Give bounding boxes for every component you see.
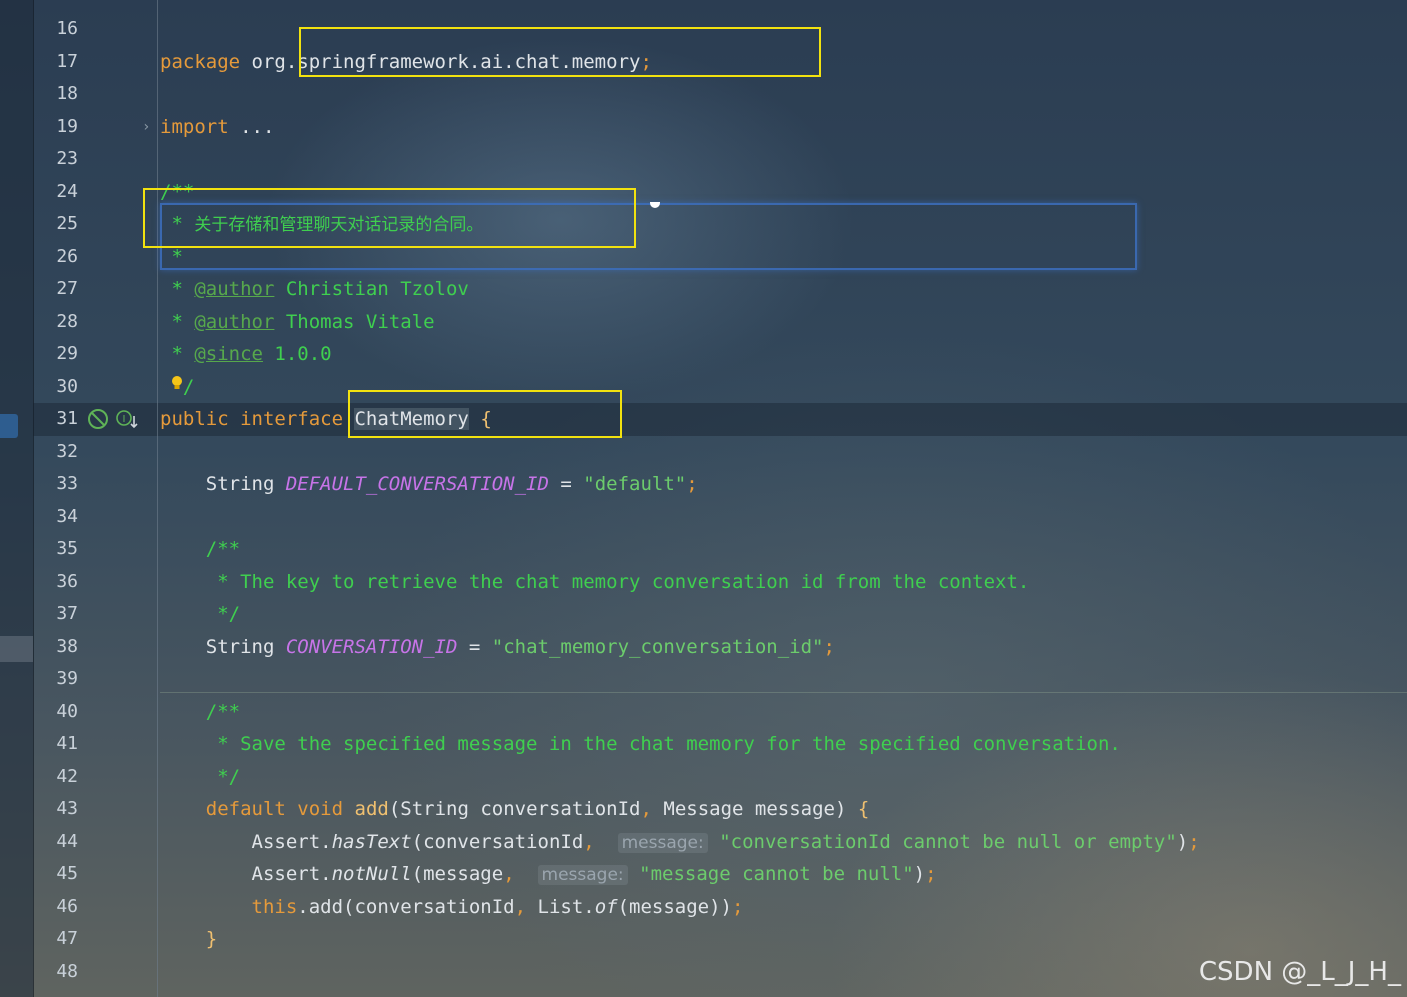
line-number: 25: [56, 213, 78, 234]
line-number: 42: [56, 765, 78, 787]
line-number: 17: [56, 50, 78, 72]
code-line[interactable]: 38 String CONVERSATION_ID = "chat_memory…: [0, 631, 1407, 663]
code-text[interactable]: String CONVERSATION_ID = "chat_memory_co…: [160, 631, 835, 663]
line-number: 33: [56, 473, 78, 494]
code-text[interactable]: * @since 1.0.0: [160, 338, 331, 370]
code-text[interactable]: /**: [160, 696, 240, 728]
line-number: 35: [56, 538, 78, 559]
line-number: 39: [56, 668, 78, 689]
code-line[interactable]: 32: [0, 436, 1407, 468]
highlight-box-interface: [348, 390, 622, 438]
code-text[interactable]: */: [160, 598, 240, 630]
code-text[interactable]: }: [160, 923, 217, 955]
code-line[interactable]: 43 default void add(String conversationI…: [0, 793, 1407, 825]
code-line[interactable]: 28 * @author Thomas Vitale: [0, 306, 1407, 338]
code-line[interactable]: 37 */: [0, 598, 1407, 630]
line-number: 27: [56, 278, 78, 299]
line-number: 46: [56, 895, 78, 917]
implementations-gutter-icon[interactable]: I: [114, 408, 140, 430]
line-number: 18: [56, 83, 78, 104]
line-number: 16: [56, 18, 78, 39]
code-line[interactable]: 40 /**: [0, 696, 1407, 728]
code-text[interactable]: /**: [160, 533, 240, 565]
line-number: 41: [56, 733, 78, 754]
line-number: 44: [56, 830, 78, 852]
line-number: 40: [56, 700, 78, 722]
code-line[interactable]: 33 String DEFAULT_CONVERSATION_ID = "def…: [0, 468, 1407, 500]
line-number: 36: [56, 570, 78, 592]
line-number: 24: [56, 180, 78, 202]
line-number: 38: [56, 635, 78, 657]
line-number: 47: [56, 928, 78, 949]
code-line[interactable]: 19 import ...: [0, 111, 1407, 143]
code-line[interactable]: 44 Assert.hasText(conversationId, messag…: [0, 826, 1407, 858]
line-number: 37: [56, 603, 78, 624]
line-number: 19: [56, 115, 78, 137]
code-line[interactable]: 30 /: [0, 371, 1407, 403]
code-text[interactable]: */: [160, 761, 240, 793]
code-text[interactable]: import ...: [160, 111, 274, 143]
line-number: 34: [56, 505, 78, 527]
line-number: 23: [56, 148, 78, 169]
code-line[interactable]: 46 this.add(conversationId, List.of(mess…: [0, 891, 1407, 923]
line-number: 26: [56, 245, 78, 267]
code-text[interactable]: * @author Thomas Vitale: [160, 306, 434, 338]
code-line[interactable]: 35 /**: [0, 533, 1407, 565]
code-text[interactable]: default void add(String conversationId, …: [160, 793, 870, 825]
code-line[interactable]: 41 * Save the specified message in the c…: [0, 728, 1407, 760]
code-line[interactable]: 42 */: [0, 761, 1407, 793]
line-number: 43: [56, 798, 78, 819]
spring-bean-icon[interactable]: [87, 408, 109, 430]
code-text[interactable]: * Save the specified message in the chat…: [160, 728, 1121, 760]
code-line[interactable]: 48: [0, 956, 1407, 988]
fold-expand-icon[interactable]: ›: [142, 117, 150, 137]
code-line[interactable]: 47 }: [0, 923, 1407, 955]
code-line[interactable]: 29 * @since 1.0.0: [0, 338, 1407, 370]
code-line[interactable]: 45 Assert.notNull(message, message: "mes…: [0, 858, 1407, 890]
svg-text:I: I: [123, 414, 126, 425]
line-number: 32: [56, 440, 78, 462]
lightbulb-icon[interactable]: [170, 375, 184, 391]
code-line[interactable]: 39: [0, 663, 1407, 695]
code-line[interactable]: 18: [0, 78, 1407, 110]
code-text[interactable]: * @author Christian Tzolov: [160, 273, 468, 305]
line-number: 30: [56, 375, 78, 397]
code-text[interactable]: this.add(conversationId, List.of(message…: [160, 891, 744, 923]
line-number: 28: [56, 310, 78, 332]
highlight-box-package: [299, 27, 821, 77]
code-line[interactable]: 36 * The key to retrieve the chat memory…: [0, 566, 1407, 598]
code-text[interactable]: Assert.notNull(message, message: "messag…: [160, 858, 937, 891]
code-text[interactable]: Assert.hasText(conversationId, message: …: [160, 826, 1200, 859]
line-number: 29: [56, 343, 78, 364]
highlight-box-comment: [143, 188, 636, 248]
code-line[interactable]: 31 public interface ChatMemory {: [0, 403, 1407, 435]
line-number: 31: [56, 408, 78, 429]
code-text[interactable]: String DEFAULT_CONVERSATION_ID = "defaul…: [160, 468, 698, 500]
line-number: 48: [56, 960, 78, 982]
watermark: CSDN @_L_J_H_: [1198, 957, 1401, 987]
code-line[interactable]: 27 * @author Christian Tzolov: [0, 273, 1407, 305]
code-line[interactable]: 34: [0, 501, 1407, 533]
code-line[interactable]: 23: [0, 143, 1407, 175]
code-text[interactable]: * The key to retrieve the chat memory co…: [160, 566, 1029, 598]
line-number: 45: [56, 863, 78, 884]
